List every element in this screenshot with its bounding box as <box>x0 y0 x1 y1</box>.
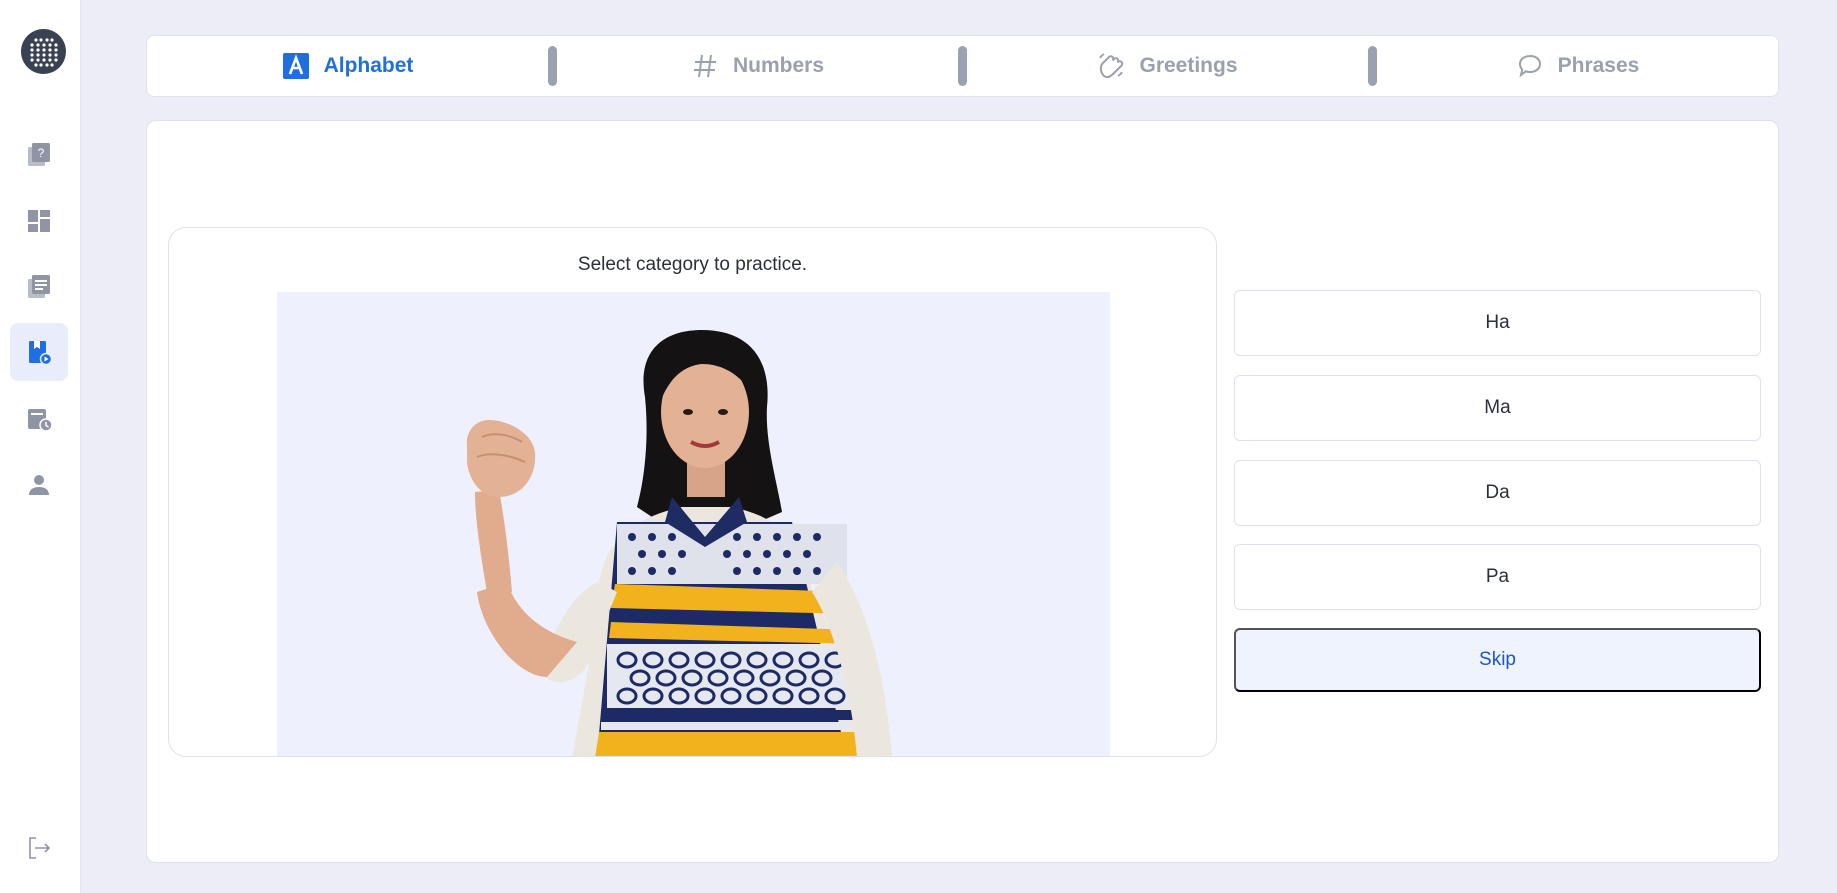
sidebar-item-lessons[interactable] <box>10 257 68 315</box>
wave-hand-icon <box>1099 53 1124 79</box>
logout-icon <box>29 837 51 859</box>
tab-divider <box>548 46 557 86</box>
dashboard-icon <box>28 210 50 232</box>
sidebar-item-profile[interactable] <box>10 456 68 514</box>
sidebar-item-practice[interactable] <box>10 323 68 381</box>
sidebar-item-history[interactable] <box>10 390 68 448</box>
tab-label: Phrases <box>1557 54 1640 77</box>
answer-option[interactable]: Pa <box>1234 544 1761 610</box>
tab-numbers[interactable]: Numbers <box>557 36 958 96</box>
tab-greetings[interactable]: Greetings <box>967 36 1368 96</box>
sidebar-item-dashboard[interactable] <box>10 192 68 250</box>
svg-text:?: ? <box>38 146 45 160</box>
tab-alphabet[interactable]: Alphabet <box>147 36 548 96</box>
signer-figure <box>466 330 892 756</box>
profile-icon <box>29 475 49 495</box>
answer-option[interactable]: Ma <box>1234 375 1761 441</box>
practice-prompt: Select category to practice. <box>577 254 808 275</box>
sidebar-item-quiz[interactable]: ? <box>10 125 68 183</box>
alphabet-icon <box>282 53 309 79</box>
practice-panel: Select category to practice. Ha Ma Da Pa… <box>146 120 1779 863</box>
quiz-icon: ? <box>28 143 50 166</box>
logo-dots-icon <box>29 37 58 67</box>
category-tabs: Alphabet Numbers Greetings Phrases <box>146 35 1779 97</box>
app-logo[interactable] <box>21 29 66 74</box>
tab-phrases[interactable]: Phrases <box>1377 36 1778 96</box>
sign-video[interactable] <box>277 292 1110 756</box>
tab-label: Numbers <box>732 54 825 77</box>
speech-bubble-icon <box>1518 54 1541 78</box>
lessons-icon <box>28 275 50 298</box>
answer-option[interactable]: Ha <box>1234 290 1761 356</box>
skip-button[interactable]: Skip <box>1234 628 1761 692</box>
tab-divider <box>958 46 967 86</box>
sidebar: ? <box>0 0 81 893</box>
tab-label: Alphabet <box>323 54 414 77</box>
logout-button[interactable] <box>26 835 52 861</box>
history-icon <box>28 409 53 432</box>
hash-icon <box>693 54 716 78</box>
tab-divider <box>1368 46 1377 86</box>
answer-option[interactable]: Da <box>1234 460 1761 526</box>
video-card: Select category to practice. <box>168 227 1217 757</box>
practice-icon <box>29 341 53 366</box>
tab-label: Greetings <box>1139 54 1238 77</box>
